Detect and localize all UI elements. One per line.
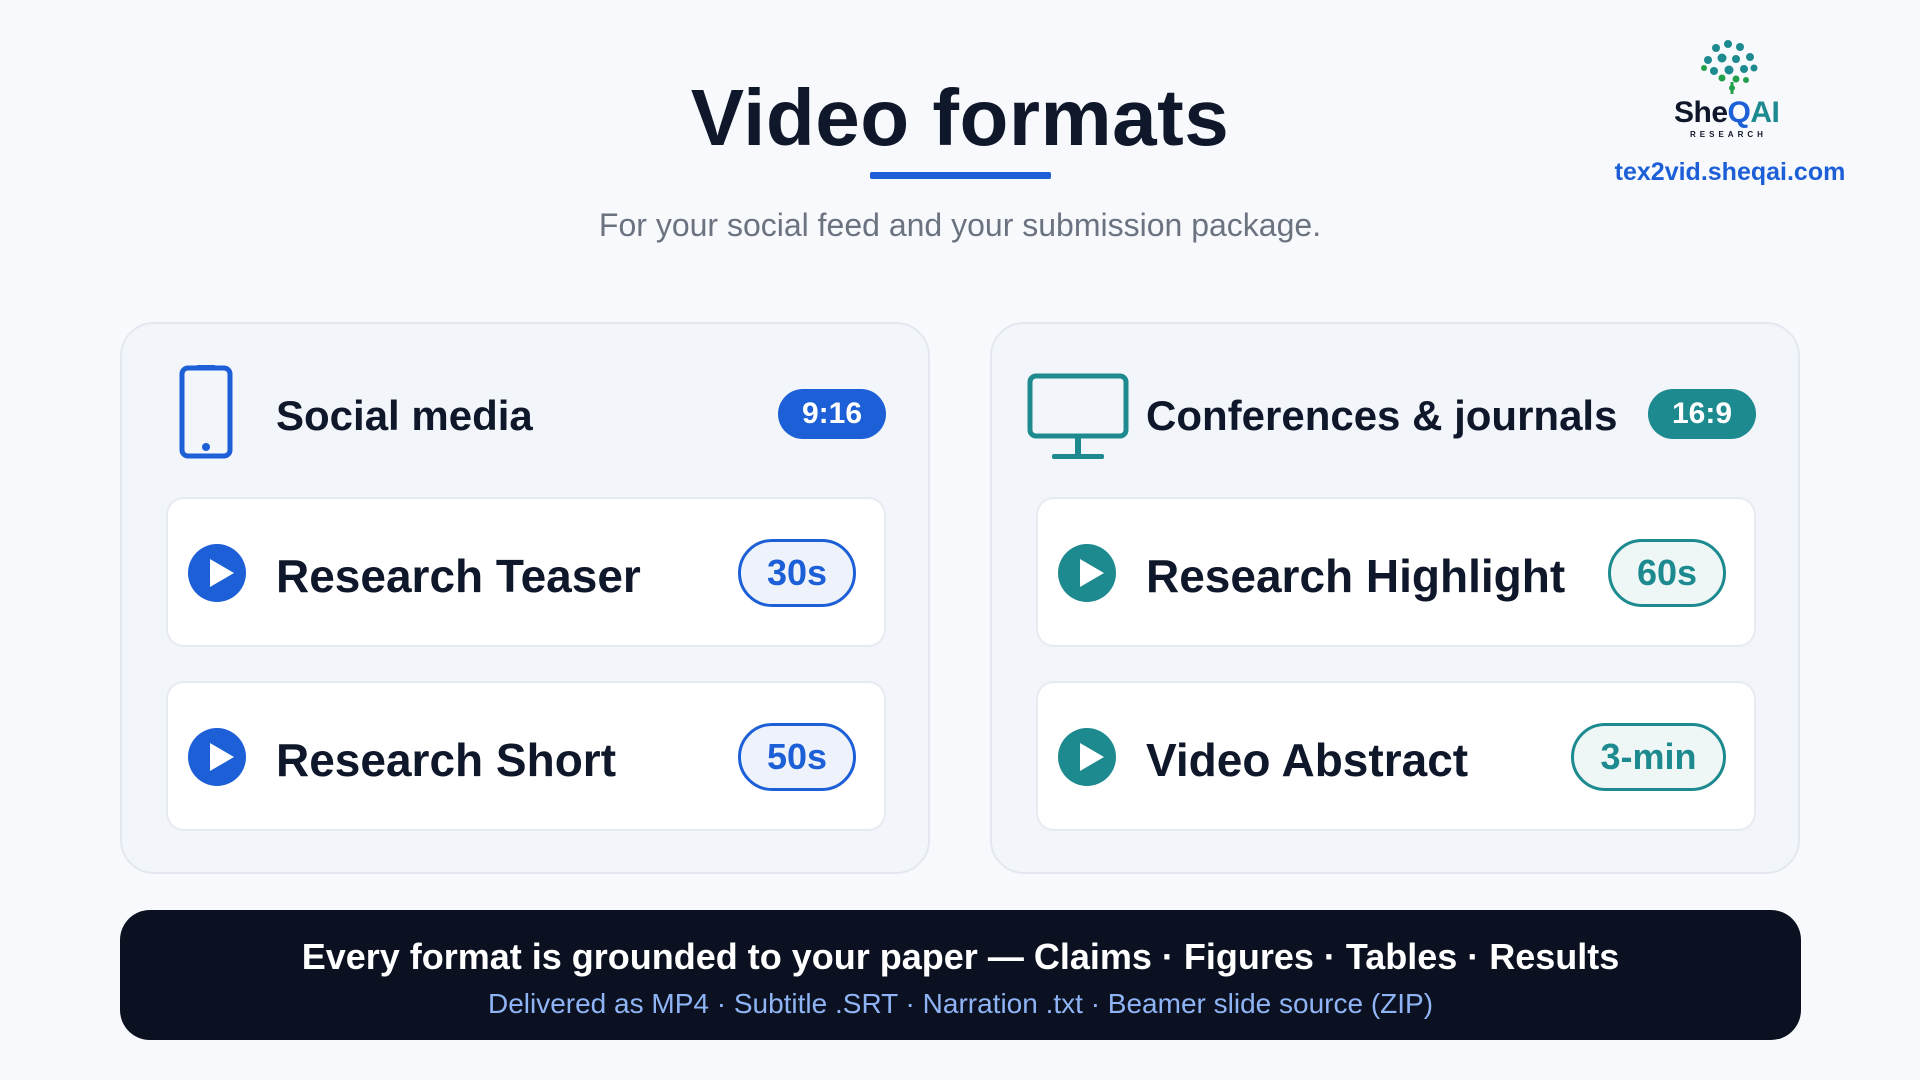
page: Video formats For your social feed and y… — [0, 0, 1920, 1080]
play-icon[interactable] — [1058, 544, 1116, 602]
sheqai-logo: SheQAI RESEARCH — [1660, 38, 1800, 139]
site-link[interactable]: tex2vid.sheqai.com — [1605, 158, 1855, 187]
logo-word-ai: AI — [1750, 96, 1780, 129]
format-label: Research Short — [276, 734, 617, 786]
logo-subtitle: RESEARCH — [1690, 130, 1767, 139]
duration-badge: 60s — [1608, 539, 1726, 607]
logo-word-she: She — [1674, 96, 1728, 129]
footer-banner: Every format is grounded to your paper —… — [120, 910, 1801, 1040]
panel-title-social: Social media — [276, 392, 533, 439]
footer-deliverables: Delivered as MP4 · Subtitle .SRT · Narra… — [487, 988, 1434, 1019]
format-item-research-short[interactable]: Research Short 50s — [166, 681, 886, 831]
duration-badge: 3-min — [1571, 723, 1726, 791]
duration-badge: 50s — [738, 723, 856, 791]
format-item-research-teaser[interactable]: Research Teaser 30s — [166, 497, 886, 647]
phone-icon — [179, 365, 233, 459]
logo-wordmark: SheQAI — [1674, 96, 1780, 130]
brain-network-icon — [1701, 40, 1758, 94]
page-title: Video formats — [690, 73, 1230, 162]
format-item-research-highlight[interactable]: Research Highlight 60s — [1036, 497, 1756, 647]
play-icon[interactable] — [188, 544, 246, 602]
logo-word-q: Q — [1727, 96, 1751, 129]
page-subtitle: For your social feed and your submission… — [598, 207, 1322, 243]
format-label: Research Highlight — [1146, 550, 1566, 602]
social-media-panel: Social media 9:16 Research Teaser 30s Re… — [120, 322, 930, 874]
title-underline — [870, 172, 1051, 179]
format-label: Research Teaser — [276, 550, 641, 602]
format-label: Video Abstract — [1146, 734, 1469, 786]
ratio-badge-9-16: 9:16 — [778, 389, 886, 439]
play-icon[interactable] — [188, 728, 246, 786]
format-item-video-abstract[interactable]: Video Abstract 3-min — [1036, 681, 1756, 831]
conferences-panel: Conferences & journals 16:9 Research Hig… — [990, 322, 1800, 874]
duration-badge: 30s — [738, 539, 856, 607]
footer-headline: Every format is grounded to your paper —… — [301, 936, 1620, 977]
panel-title-conferences: Conferences & journals — [1146, 392, 1618, 439]
monitor-icon — [1027, 373, 1129, 459]
ratio-badge-16-9: 16:9 — [1648, 389, 1756, 439]
play-icon[interactable] — [1058, 728, 1116, 786]
